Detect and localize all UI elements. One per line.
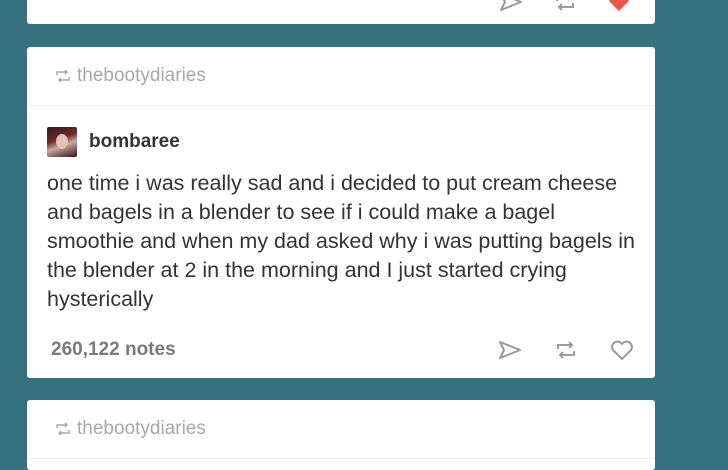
author-name[interactable]: bombaree bbox=[89, 131, 180, 153]
send-icon[interactable] bbox=[497, 339, 523, 361]
reblog-source-name[interactable]: thebootydiaries bbox=[77, 418, 206, 440]
send-icon[interactable] bbox=[499, 0, 523, 12]
post-actions bbox=[497, 339, 635, 361]
post-card-next: thebootydiaries bbox=[27, 400, 655, 470]
post-body-text: one time i was really sad and i decided … bbox=[47, 171, 636, 311]
heart-icon[interactable] bbox=[609, 339, 635, 361]
heart-icon[interactable] bbox=[607, 0, 631, 12]
reblog-icon[interactable] bbox=[553, 0, 577, 12]
reblog-icon bbox=[56, 69, 70, 83]
avatar[interactable] bbox=[47, 127, 77, 157]
post-card: thebootydiaries bombaree one time i was … bbox=[27, 47, 655, 378]
post-footer: 260,122 notes bbox=[51, 339, 635, 361]
author-row: bombaree bbox=[27, 127, 655, 157]
notes-count[interactable]: 260,122 notes bbox=[51, 339, 176, 361]
reblog-source-name[interactable]: thebootydiaries bbox=[77, 65, 206, 87]
reblog-icon bbox=[56, 422, 70, 436]
reblog-header: thebootydiaries bbox=[27, 400, 655, 459]
reblog-icon[interactable] bbox=[553, 339, 579, 361]
post-card-previous bbox=[27, 0, 655, 24]
post-actions bbox=[499, 0, 631, 12]
reblog-header: thebootydiaries bbox=[27, 47, 655, 106]
